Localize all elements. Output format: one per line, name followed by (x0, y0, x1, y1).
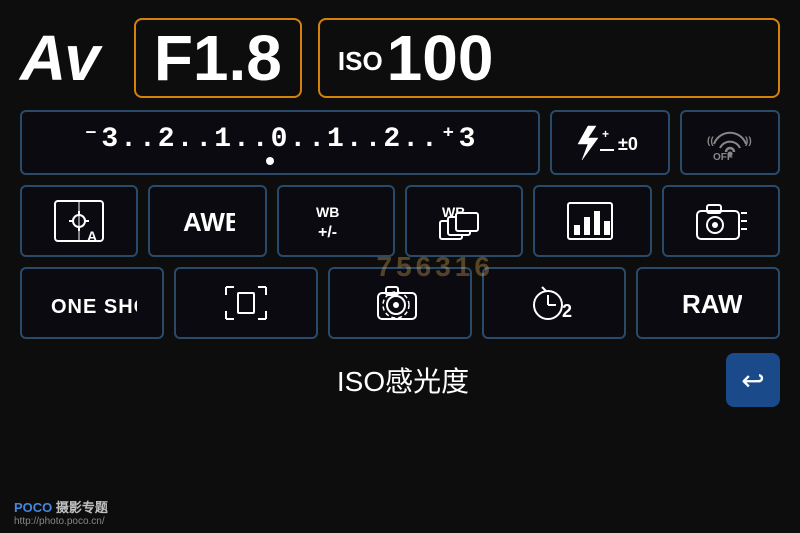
svg-text:RAW: RAW (682, 289, 742, 319)
bottom-icons-row: ONE SHOT (20, 267, 780, 339)
footer-row: ISO感光度 ↩ (20, 353, 780, 407)
raw-label: RAW (674, 283, 742, 323)
picture-style-icon (564, 197, 620, 245)
self-timer-icon: 2 (526, 283, 582, 323)
focus-point-icon (222, 283, 270, 323)
wifi-box[interactable]: (( )) OFF (680, 110, 780, 175)
flash-box[interactable]: + ±0 (550, 110, 670, 175)
wb-bracket-box[interactable]: WB (405, 185, 523, 257)
exposure-scale: ⁻3..2..1..0..1..2..⁺3 (83, 120, 478, 155)
one-shot-label: ONE SHOT (47, 283, 137, 323)
iso-footer-label: ISO感光度 (80, 360, 726, 400)
poco-subtitle: 摄影专题 (56, 500, 108, 515)
camera-settings-icon (693, 197, 749, 245)
live-view-box[interactable] (328, 267, 472, 339)
poco-url: http://photo.poco.cn/ (14, 516, 108, 527)
exposure-indicator (266, 157, 274, 165)
metering-box[interactable]: A (20, 185, 138, 257)
svg-text:2: 2 (562, 301, 572, 321)
aperture-box[interactable]: F1.8 (134, 18, 302, 98)
back-icon: ↩ (741, 364, 764, 397)
svg-text:OFF: OFF (713, 152, 733, 162)
live-view-icon (374, 283, 426, 323)
svg-text:WB: WB (316, 204, 339, 220)
focus-point-box[interactable] (174, 267, 318, 339)
svg-text:A: A (87, 228, 97, 244)
iso-label: ISO (338, 46, 383, 77)
svg-text:±0: ±0 (618, 134, 638, 154)
svg-text:+/-: +/- (318, 224, 337, 241)
poco-brand: POCO 摄影专题 http://photo.poco.cn/ (14, 497, 108, 527)
awb-icon: AWB (179, 197, 235, 245)
iso-value: 100 (387, 26, 494, 90)
svg-text:ONE SHOT: ONE SHOT (51, 296, 137, 318)
back-button[interactable]: ↩ (726, 353, 780, 407)
metering-icon: A (51, 197, 107, 245)
raw-box[interactable]: RAW (636, 267, 780, 339)
exposure-row: ⁻3..2..1..0..1..2..⁺3 + ±0 (20, 110, 780, 175)
camera-screen: Av F1.8 ISO 100 ⁻3..2..1..0..1..2..⁺3 + (0, 0, 800, 533)
poco-title: POCO 摄影专题 (14, 497, 108, 516)
iso-box[interactable]: ISO 100 (318, 18, 780, 98)
wb-bracket-icon: WB (436, 197, 492, 245)
exposure-scale-box[interactable]: ⁻3..2..1..0..1..2..⁺3 (20, 110, 540, 175)
svg-text:+: + (602, 127, 609, 141)
aperture-value: F1.8 (154, 26, 282, 90)
svg-text:AWB: AWB (183, 207, 235, 237)
picture-style-box[interactable] (533, 185, 651, 257)
self-timer-box[interactable]: 2 (482, 267, 626, 339)
settings-row: A AWB WB +/- WB (20, 185, 780, 257)
camera-settings-box[interactable] (662, 185, 780, 257)
wifi-content: (( )) OFF (695, 124, 765, 162)
top-row: Av F1.8 ISO 100 (20, 18, 780, 98)
wb-adjust-box[interactable]: WB +/- (277, 185, 395, 257)
wb-adjust-icon: WB +/- (308, 197, 364, 245)
flash-content: + ±0 (570, 124, 650, 162)
one-shot-box[interactable]: ONE SHOT (20, 267, 164, 339)
poco-text: POCO (14, 500, 52, 515)
awb-box[interactable]: AWB (148, 185, 266, 257)
svg-text:((: (( (707, 136, 714, 147)
mode-label: Av (20, 26, 98, 90)
svg-text:)): )) (745, 136, 752, 147)
